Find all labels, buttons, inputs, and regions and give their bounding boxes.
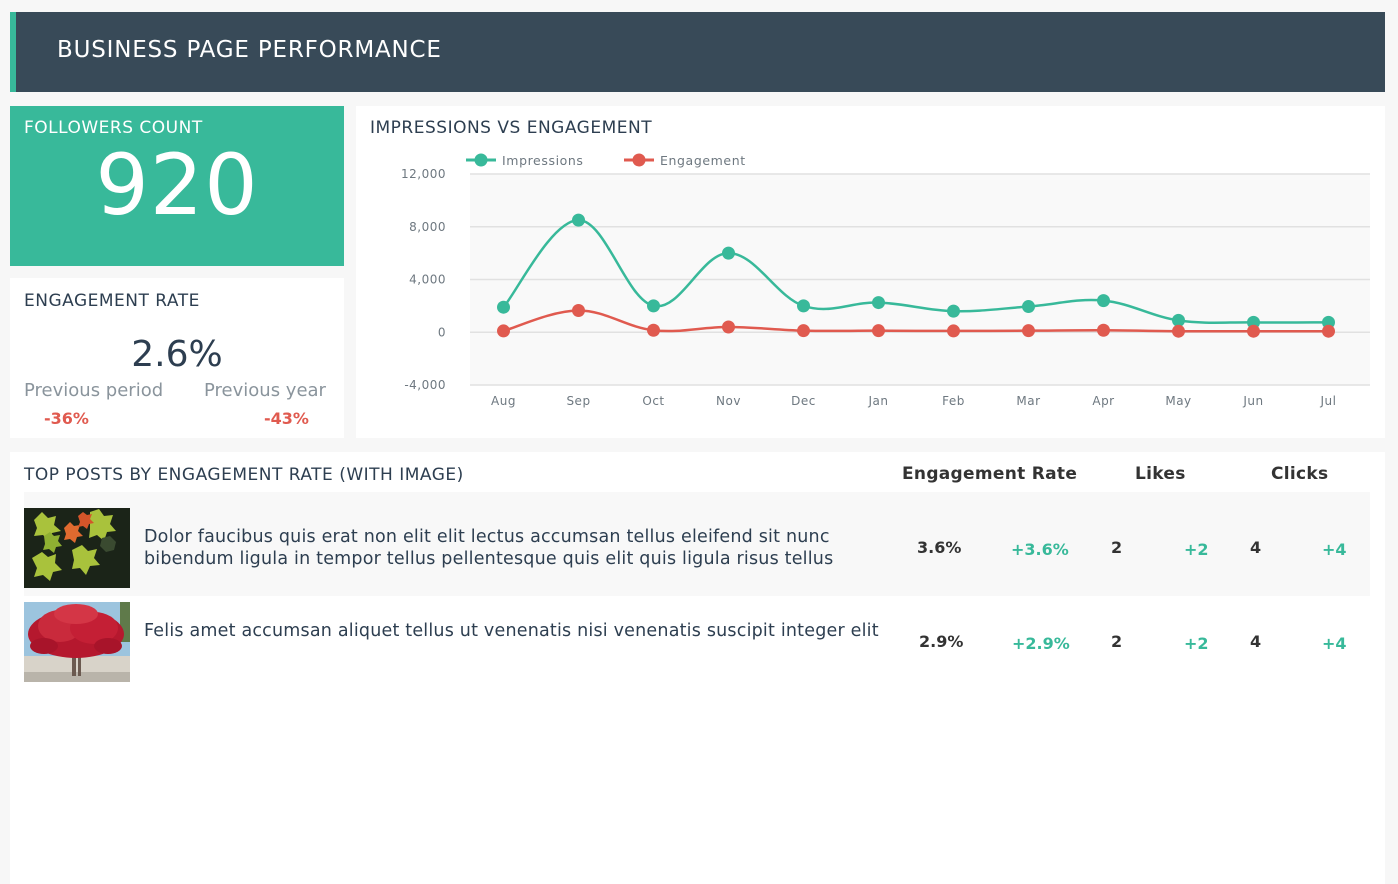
legend-swatch-marker xyxy=(632,153,646,167)
table-row[interactable]: Felis amet accumsan aliquet tellus ut ve… xyxy=(24,596,1370,700)
x-tick-label: Apr xyxy=(1092,394,1114,408)
previous-period-label: Previous period xyxy=(24,380,164,401)
followers-value: 920 xyxy=(95,136,259,234)
top-posts-widget: TOP POSTS BY ENGAGEMENT RATE (WITH IMAGE… xyxy=(10,452,1385,884)
top-posts-title: TOP POSTS BY ENGAGEMENT RATE (WITH IMAGE… xyxy=(24,465,464,485)
data-point-engagement xyxy=(1022,324,1035,338)
x-tick-label: Nov xyxy=(716,394,741,408)
clicks-value: 4 xyxy=(1250,538,1262,557)
column-header-likes: Likes xyxy=(1135,464,1186,484)
x-tick-label: Jun xyxy=(1242,394,1263,408)
data-point-engagement xyxy=(647,323,660,337)
x-tick-label: Dec xyxy=(791,394,816,408)
y-tick-label: -4,000 xyxy=(404,378,446,392)
x-tick-label: Jul xyxy=(1320,394,1337,408)
engagement-rate-widget: ENGAGEMENT RATE 2.6% Previous period -36… xyxy=(10,278,344,438)
y-tick-label: 12,000 xyxy=(401,167,446,181)
y-tick-label: 4,000 xyxy=(409,273,446,287)
data-point-impressions xyxy=(572,213,585,227)
data-point-impressions xyxy=(647,299,660,313)
followers-count-widget: FOLLOWERS COUNT 920 xyxy=(10,106,344,266)
likes-value: 2 xyxy=(1111,538,1123,557)
legend-swatch-marker xyxy=(474,153,488,167)
likes-delta: +2 xyxy=(1184,540,1209,559)
engagement-rate-delta: +3.6% xyxy=(1011,540,1069,559)
followers-label: FOLLOWERS COUNT xyxy=(24,118,203,138)
data-point-engagement xyxy=(1097,323,1110,337)
engagement-rate-delta: +2.9% xyxy=(1012,634,1070,653)
data-point-engagement xyxy=(797,324,810,338)
engagement-rate-value: 3.6% xyxy=(917,538,962,557)
likes-value: 2 xyxy=(1111,632,1123,651)
previous-period-value: -36% xyxy=(44,409,89,428)
table-row[interactable]: Dolor faucibus quis erat non elit elit l… xyxy=(24,492,1370,596)
data-point-impressions xyxy=(797,299,810,313)
previous-year-value: -43% xyxy=(264,409,309,428)
clicks-value: 4 xyxy=(1250,632,1262,651)
previous-year-label: Previous year xyxy=(204,380,326,401)
y-tick-label: 0 xyxy=(438,325,446,339)
data-point-impressions xyxy=(722,246,735,260)
page-header: BUSINESS PAGE PERFORMANCE xyxy=(10,12,1385,92)
data-point-impressions xyxy=(872,296,885,310)
clicks-delta: +4 xyxy=(1322,634,1347,653)
x-tick-label: Mar xyxy=(1016,394,1040,408)
data-point-engagement xyxy=(497,324,510,338)
x-tick-label: Jan xyxy=(868,394,889,408)
x-tick-label: Oct xyxy=(642,394,664,408)
data-point-engagement xyxy=(722,320,735,334)
data-point-impressions xyxy=(1097,294,1110,308)
x-tick-label: Feb xyxy=(942,394,965,408)
x-tick-label: Sep xyxy=(566,394,590,408)
column-header-engagement-rate: Engagement Rate xyxy=(902,464,1078,484)
data-point-engagement xyxy=(1322,324,1335,338)
data-point-engagement xyxy=(947,324,960,338)
engagement-rate-label: ENGAGEMENT RATE xyxy=(24,291,200,311)
engagement-rate-value: 2.6% xyxy=(131,334,223,375)
impressions-vs-engagement-widget: IMPRESSIONS VS ENGAGEMENT 12,000 8,000 4,0… xyxy=(356,106,1385,438)
data-point-impressions xyxy=(947,304,960,318)
x-tick-label: May xyxy=(1165,394,1191,408)
data-point-engagement xyxy=(1172,324,1185,338)
data-point-impressions xyxy=(1022,300,1035,314)
page-title: BUSINESS PAGE PERFORMANCE xyxy=(57,37,442,63)
post-image-leaves xyxy=(24,508,130,588)
post-image-red-tree xyxy=(24,602,130,682)
data-point-impressions xyxy=(497,300,510,314)
y-tick-label: 8,000 xyxy=(409,220,446,234)
likes-delta: +2 xyxy=(1184,634,1209,653)
post-text: Felis amet accumsan aliquet tellus ut ve… xyxy=(144,621,879,641)
clicks-delta: +4 xyxy=(1322,540,1347,559)
data-point-engagement xyxy=(1247,324,1260,338)
line-chart: 12,000 8,000 4,000 0 -4,000 Aug Sep Oct Nov Dec Ja… xyxy=(401,153,1370,408)
engagement-rate-value: 2.9% xyxy=(919,632,964,651)
legend-label-engagement: Engagement xyxy=(660,153,746,168)
column-header-clicks: Clicks xyxy=(1271,464,1329,484)
x-tick-label: Aug xyxy=(491,394,516,408)
data-point-engagement xyxy=(872,324,885,338)
post-text: Dolor faucibus quis erat non elit elit l… xyxy=(144,527,834,569)
legend-label-impressions: Impressions xyxy=(502,153,584,168)
data-point-engagement xyxy=(572,303,585,317)
